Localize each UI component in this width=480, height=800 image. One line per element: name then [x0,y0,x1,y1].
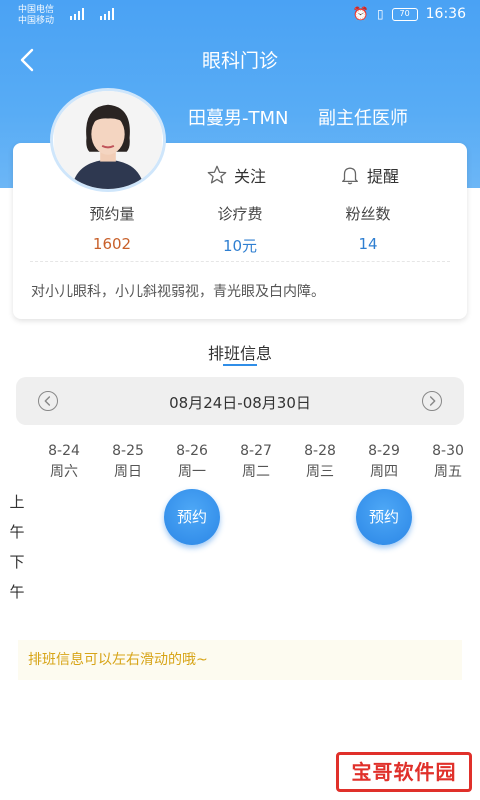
day-column-header: 8-27 周二 [226,441,286,483]
bell-icon [342,167,358,185]
schedule-title: 排班信息 [207,344,272,363]
stat-label-fee: 诊疗费 [217,205,263,223]
star-icon [207,165,227,184]
period-label-afternoon: 下 午 [9,551,25,602]
next-week-button[interactable] [422,391,442,411]
day-date: 8-25 [112,443,144,459]
watermark-logo: 宝哥软件园 [336,752,472,792]
carrier-info: 中国电信 中国移动 [18,5,54,27]
day-weekday: 周日 [114,464,142,480]
doctor-title: 副主任医师 [318,108,408,129]
day-column-header: 8-30 周五 [418,441,478,483]
stat-label-appointments: 预约量 [89,205,135,223]
follow-label: 关注 [234,167,267,186]
period-char: 午 [9,523,25,541]
day-weekday: 周四 [370,464,398,480]
period-label-morning: 上 午 [9,491,25,542]
stat-label-fans: 粉丝数 [345,205,391,223]
day-weekday: 周一 [178,464,206,480]
day-date: 8-29 [368,443,400,459]
day-date: 8-28 [304,443,336,459]
day-weekday: 周二 [242,464,270,480]
status-bar: 中国电信 中国移动 ⏰ ▯ 70 16:36 [0,0,480,32]
day-column-header: 8-26 周一 [162,441,222,483]
day-date: 8-27 [240,443,272,459]
status-time: 16:36 [425,6,466,22]
day-column-header: 8-29 周四 [354,441,414,483]
schedule-title-underline [223,364,257,366]
doctor-name: 田蔓男-TMN [188,108,289,129]
remind-button[interactable]: 提醒 [339,163,399,187]
period-char: 上 [9,493,25,511]
day-column-header: 8-24 周六 [34,441,94,483]
battery-icon: 70 [391,7,418,21]
remind-label: 提醒 [367,167,400,186]
week-range: 08月24日-08月30日 [169,394,311,412]
week-selector: 08月24日-08月30日 [16,377,464,425]
carrier-2: 中国移动 [18,16,55,26]
book-button[interactable]: 预约 [164,489,220,545]
period-char: 下 [9,553,25,571]
day-weekday: 周三 [306,464,334,480]
follow-button[interactable]: 关注 [206,163,266,187]
day-date: 8-26 [176,443,208,459]
day-weekday: 周六 [50,464,78,480]
stat-value-fans: 14 [358,235,378,253]
day-column-header: 8-28 周三 [290,441,350,483]
day-column-header: 8-25 周日 [98,441,158,483]
stat-value-fee: 10元 [222,237,258,255]
period-char: 午 [9,583,25,601]
day-weekday: 周五 [434,464,462,480]
day-date: 8-24 [48,443,80,459]
card-divider [30,261,450,262]
doctor-description: 对小儿眼科，小儿斜视弱视，青光眼及白内障。 [31,284,325,300]
alarm-icon: ⏰ [352,6,370,22]
signal-icon [100,8,114,20]
doctor-avatar [50,88,166,192]
carrier-1: 中国电信 [18,5,55,15]
day-date: 8-30 [432,443,464,459]
vibrate-icon: ▯ [377,7,384,21]
swipe-tip: 排班信息可以左右滑动的哦~ [18,640,462,680]
stat-value-appointments: 1602 [92,235,132,253]
signal-icon [70,8,84,20]
chevron-right-icon [429,396,436,406]
page-title: 眼科门诊 [201,50,278,72]
book-button[interactable]: 预约 [356,489,412,545]
